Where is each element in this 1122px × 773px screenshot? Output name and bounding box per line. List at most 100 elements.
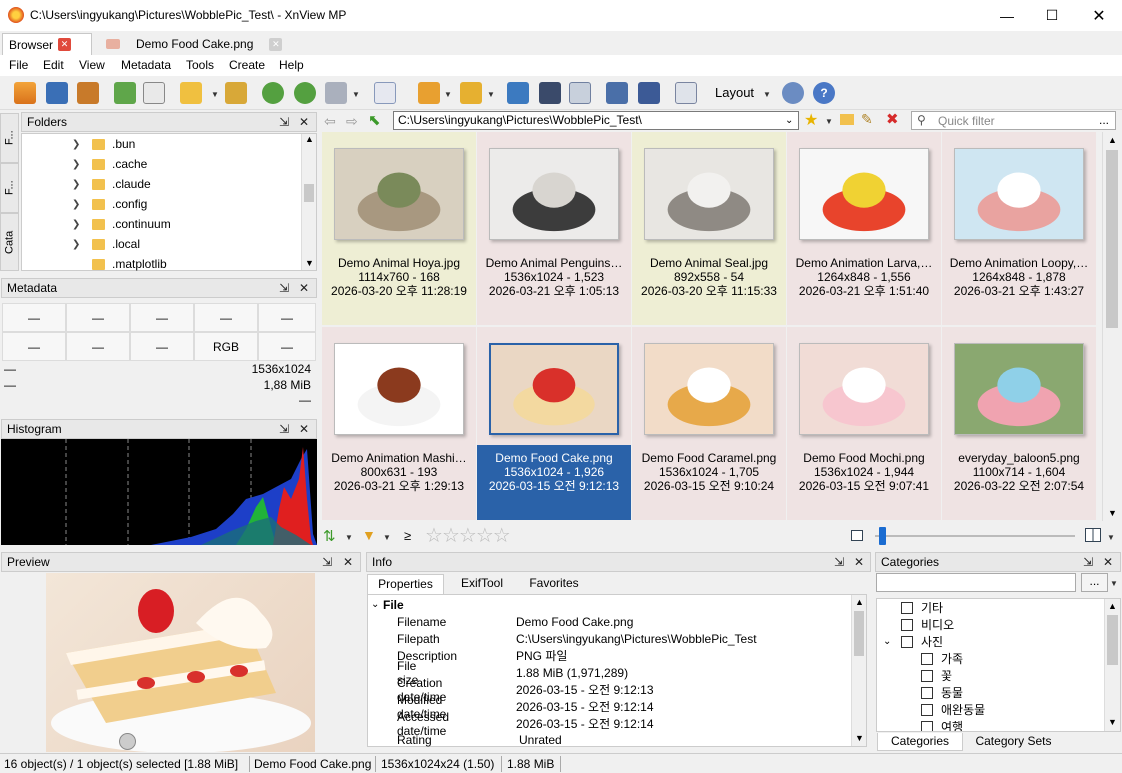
scroll-thumb[interactable]: [304, 184, 314, 202]
rating-stars-filter[interactable]: ☆☆☆☆☆: [425, 523, 511, 548]
category-checkbox[interactable]: [921, 720, 933, 731]
folder-item[interactable]: ❯ .claude: [72, 174, 151, 194]
help-icon[interactable]: ?: [813, 82, 835, 104]
thumbnail-image[interactable]: [799, 148, 929, 240]
convert-icon[interactable]: [114, 82, 136, 104]
tab-image[interactable]: Demo Food Cake.png ✕: [100, 33, 296, 55]
thumbnail-image[interactable]: [644, 148, 774, 240]
tab-exiftool[interactable]: ExifTool: [447, 576, 517, 590]
tree-icon[interactable]: [675, 82, 697, 104]
folder-scrollbar[interactable]: ▲ ▼: [301, 134, 316, 270]
star-icon[interactable]: ☆: [425, 525, 443, 547]
sidetab-folders[interactable]: F...: [0, 113, 19, 163]
compare-icon[interactable]: [569, 82, 591, 104]
thumbnail-image[interactable]: [489, 343, 619, 435]
chevron-right-icon[interactable]: ❯: [72, 219, 82, 230]
scroll-up-icon[interactable]: ▲: [1108, 135, 1117, 145]
preview-nav-dot[interactable]: [119, 733, 136, 750]
thumbnail-image[interactable]: [954, 148, 1084, 240]
tab-categories[interactable]: Categories: [877, 733, 963, 751]
tab-favorites[interactable]: Favorites: [519, 576, 589, 590]
scan-icon[interactable]: [638, 82, 660, 104]
chevron-right-icon[interactable]: ❯: [72, 179, 82, 190]
scroll-down-icon[interactable]: ▼: [855, 733, 864, 743]
slider-handle[interactable]: [879, 527, 886, 545]
star-icon[interactable]: ☆: [476, 525, 494, 547]
category-item[interactable]: 여행: [921, 718, 963, 731]
properties-icon[interactable]: [143, 82, 165, 104]
scroll-thumb[interactable]: [1106, 150, 1118, 328]
sort-arrows-icon[interactable]: ⇅: [323, 527, 336, 545]
up-folder-icon[interactable]: ⬉: [368, 111, 381, 129]
close-panel-icon[interactable]: ✕: [343, 555, 353, 569]
sidetab-catalog[interactable]: Cata: [0, 213, 19, 271]
scroll-down-icon[interactable]: ▼: [1108, 717, 1117, 727]
category-item[interactable]: ⌄ 사진: [883, 633, 943, 650]
scroll-thumb[interactable]: [854, 611, 864, 656]
sort-icon[interactable]: [460, 82, 482, 104]
folder-item[interactable]: ❯ .cache: [72, 154, 147, 174]
quick-filter-input[interactable]: ⚲ Quick filter ...: [911, 111, 1116, 130]
scroll-up-icon[interactable]: ▲: [855, 597, 864, 607]
close-panel-icon[interactable]: ✕: [299, 115, 309, 129]
edit-path-icon[interactable]: ✎: [861, 111, 873, 128]
tab-browser[interactable]: Browser ✕: [2, 33, 92, 55]
layout-button[interactable]: Layout: [715, 85, 754, 100]
close-panel-icon[interactable]: ✕: [854, 555, 864, 569]
chevron-down-icon[interactable]: ⌄: [371, 599, 379, 610]
chevron-down-icon[interactable]: ▼: [352, 90, 360, 99]
info-scrollbar[interactable]: ▲ ▼: [851, 595, 866, 746]
thumbnail-item[interactable]: Demo Food Caramel.png 1536x1024 - 1,705 20…: [632, 327, 786, 520]
close-panel-icon[interactable]: ✕: [1103, 555, 1113, 569]
filter-more-button[interactable]: ...: [1099, 113, 1109, 127]
category-checkbox[interactable]: [921, 686, 933, 699]
category-checkbox[interactable]: [901, 601, 913, 614]
thumbnail-item[interactable]: everyday_baloon5.png 1100x714 - 1,604 2026…: [942, 327, 1096, 520]
category-more-button[interactable]: ...: [1081, 573, 1108, 592]
category-item[interactable]: 동물: [921, 684, 963, 701]
category-checkbox[interactable]: [901, 618, 913, 631]
tab-close-icon[interactable]: ✕: [58, 38, 72, 51]
chevron-down-icon[interactable]: ⌄: [785, 115, 793, 126]
category-item[interactable]: 비디오: [901, 616, 954, 633]
minimize-button[interactable]: —: [984, 0, 1030, 31]
folder-item[interactable]: ❯ .bun: [72, 134, 135, 154]
chevron-down-icon[interactable]: ▼: [487, 90, 495, 99]
category-item[interactable]: 가족: [921, 650, 963, 667]
rating-comparator[interactable]: ≥: [404, 528, 411, 543]
chevron-down-icon[interactable]: ▼: [444, 90, 452, 99]
menu-view[interactable]: View: [79, 58, 105, 72]
clear-path-icon[interactable]: ✖: [886, 110, 899, 128]
zoom-ratio-icon[interactable]: [374, 82, 396, 104]
thumbnail-item[interactable]: Demo Animal Seal.jpg 892x558 - 54 2026-03-…: [632, 132, 786, 325]
category-checkbox[interactable]: [921, 669, 933, 682]
float-panel-icon[interactable]: ⇲: [279, 115, 289, 129]
close-button[interactable]: ✕: [1076, 0, 1122, 31]
float-panel-icon[interactable]: ⇲: [279, 281, 289, 295]
menu-help[interactable]: Help: [279, 58, 304, 72]
view-mode-icon[interactable]: [1085, 528, 1101, 542]
open-image-icon[interactable]: [14, 82, 36, 104]
tab-category-sets[interactable]: Category Sets: [966, 734, 1061, 748]
rotate-right-icon[interactable]: [294, 82, 316, 104]
tab-properties[interactable]: Properties: [367, 574, 444, 594]
scroll-thumb[interactable]: [1107, 615, 1118, 665]
thumbnail-image[interactable]: [799, 343, 929, 435]
folder-item[interactable]: .matplotlib: [72, 254, 167, 274]
thumb-size-small-icon[interactable]: [851, 530, 863, 541]
thumbnail-item[interactable]: Demo Food Cake.png 1536x1024 - 1,926 2026-…: [477, 327, 631, 520]
close-panel-icon[interactable]: ✕: [299, 422, 309, 436]
category-search-input[interactable]: [876, 573, 1076, 592]
slideshow-icon[interactable]: [77, 82, 99, 104]
copy-to-icon[interactable]: [180, 82, 202, 104]
thumbnail-image[interactable]: [334, 148, 464, 240]
thumbnail-item[interactable]: Demo Animation Loopy,… 1264x848 - 1,878 20…: [942, 132, 1096, 325]
forward-icon[interactable]: ⇨: [346, 113, 358, 130]
folder-item[interactable]: ❯ .local: [72, 234, 140, 254]
scroll-up-icon[interactable]: ▲: [1108, 601, 1117, 611]
new-folder-icon[interactable]: [840, 114, 854, 125]
float-panel-icon[interactable]: ⇲: [279, 422, 289, 436]
address-input[interactable]: C:\Users\ingyukang\Pictures\WobblePic_Te…: [393, 111, 799, 130]
binoculars-icon[interactable]: [539, 82, 561, 104]
float-panel-icon[interactable]: ⇲: [834, 555, 844, 569]
